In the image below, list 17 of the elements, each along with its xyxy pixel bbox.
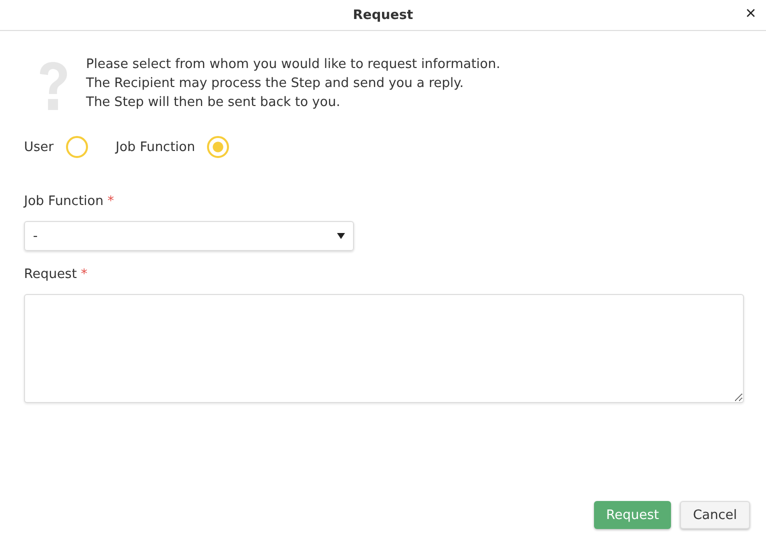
info-text: Please select from whom you would like to request information. — [86, 56, 500, 74]
info-text: The Recipient may process the Step and send you a reply. — [86, 75, 465, 93]
info-text: The Step will then be sent back to you. — [86, 94, 342, 112]
close-button[interactable]: × — [741, 3, 760, 24]
field-label: Request — [24, 267, 77, 282]
job-function-dropdown[interactable]: - — [24, 221, 354, 251]
radio-label: Job Function — [116, 140, 196, 154]
request-field[interactable] — [24, 294, 744, 403]
cancel-button[interactable]: Cancel — [680, 501, 750, 529]
radio-label: User — [24, 140, 54, 154]
radio-button[interactable] — [66, 136, 88, 158]
caret-icon — [337, 233, 345, 239]
required-mark: * — [80, 267, 88, 282]
radio-button[interactable] — [207, 136, 230, 158]
required-mark: * — [107, 194, 114, 209]
field-label: Job Function — [24, 194, 104, 209]
window-title: Request — [352, 8, 414, 22]
